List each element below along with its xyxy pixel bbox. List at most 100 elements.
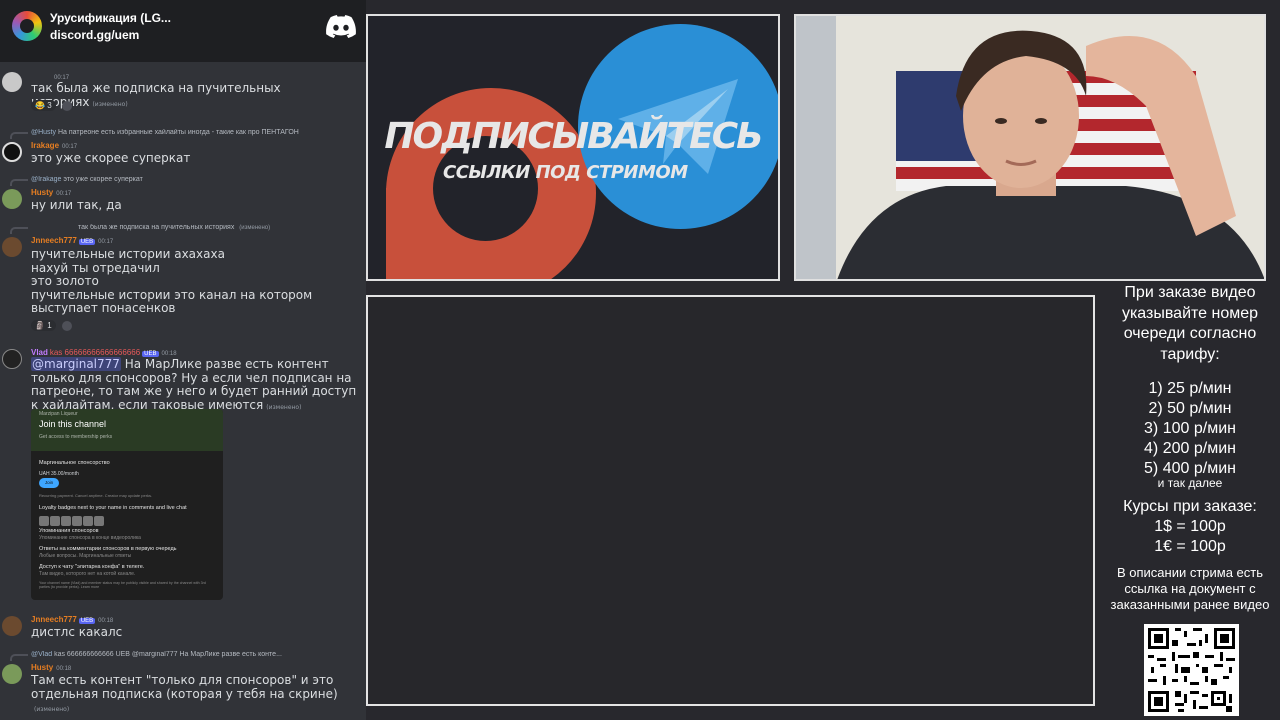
message-header: Husty 00:18: [31, 663, 71, 672]
avatar: [2, 142, 22, 162]
message-body: Там есть контент "только для спонсоров" …: [31, 673, 338, 701]
message-header: Jnneech777 UEB 00:17: [31, 236, 113, 245]
timestamp: 00:17: [62, 144, 78, 150]
message-header: 00:17: [31, 72, 69, 81]
tariff-item: 4) 200 р/мин: [1144, 440, 1236, 457]
embed-header: Marzipan Liqueur Join this channel Get a…: [31, 409, 223, 451]
qr-code-pattern: [1148, 628, 1235, 712]
laugh-emoji-icon: 😂: [35, 101, 45, 110]
reaction-bar: 😂 3: [31, 100, 72, 111]
reply-author: @Vlad: [31, 651, 53, 658]
rates-list: 1$ = 100р 1€ = 100р: [1100, 517, 1280, 557]
webcam-feed: [794, 14, 1266, 281]
reply-preview[interactable]: @Irakage это уже скорее суперкат: [31, 176, 364, 183]
message-line: нахуй ты отредачил: [31, 260, 160, 275]
reply-preview[interactable]: @Vlad kas 666666666666 UEB @marginal777 …: [31, 651, 364, 658]
rate-item: 1$ = 100р: [1154, 518, 1226, 535]
embed-note: Recurring payment. Cancel anytime. Creat…: [39, 493, 153, 498]
rates-title: Курсы при заказе:: [1123, 498, 1257, 515]
message-text: ну или так, да: [31, 198, 122, 212]
avatar: [2, 237, 22, 257]
stream-layout: Урусификация (LG... discord.gg/uem 00:17…: [0, 0, 1280, 720]
username[interactable]: Jnneech777: [31, 615, 77, 624]
avatar: [2, 616, 22, 636]
message-text: пучительные истории ахахаха нахуй ты отр…: [31, 247, 366, 316]
reaction-pill[interactable]: 🗿 1: [31, 320, 56, 331]
embed-perk: Loyalty badges next to your name in comm…: [39, 505, 187, 511]
reaction-count: 1: [47, 321, 52, 330]
tariff-item: 3) 100 р/мин: [1144, 420, 1236, 437]
qr-code[interactable]: [1144, 624, 1239, 716]
user-mention[interactable]: @marginal777: [31, 357, 121, 371]
edited-label: (изменено): [34, 706, 70, 713]
reply-preview[interactable]: @Husty На патреоне есть избранные хайлай…: [31, 129, 364, 136]
discord-logo-icon: [326, 15, 356, 38]
timestamp: 00:18: [98, 618, 114, 624]
message-header: Husty 00:17: [31, 188, 71, 197]
discord-chat-overlay: Урусификация (LG... discord.gg/uem 00:17…: [0, 0, 366, 720]
add-reaction-icon[interactable]: [61, 100, 72, 111]
edited-label: (изменено): [239, 225, 271, 231]
reply-connector: [10, 227, 28, 234]
message-text: дистлс какалс: [31, 625, 123, 639]
server-name: Урусификация (LG...: [50, 11, 171, 25]
badge-icon: [94, 516, 104, 526]
edited-label: (изменено): [92, 100, 128, 108]
subscribe-banner: ПОДПИСЫВАЙТЕСЬ ССЫЛКИ ПОД СТРИМОМ: [366, 14, 780, 281]
embed-perk-detail: Упоминание спонсора в конце видеоролика: [39, 535, 141, 541]
reply-text: это уже скорее суперкат: [63, 176, 143, 183]
message-text: так была же подписка на пучительных исто…: [31, 81, 366, 111]
message-text: это уже скорее суперкат: [31, 151, 191, 165]
server-avatar-icon: [12, 11, 42, 41]
tariff-item: 2) 50 р/мин: [1148, 400, 1232, 417]
edited-label: (изменено): [266, 403, 302, 411]
banner-title: ПОДПИСЫВАЙТЕСЬ: [384, 116, 763, 157]
server-header: Урусификация (LG... discord.gg/uem: [0, 0, 366, 62]
reply-author: @Irakage: [31, 176, 62, 183]
reply-connector: [10, 132, 28, 139]
reaction-count: 3: [47, 101, 52, 110]
username[interactable]: Husty: [31, 188, 53, 197]
message-text: @marginal777 На МарЛике разве есть конте…: [31, 357, 366, 414]
timestamp: 00:17: [56, 191, 72, 197]
video-player-frame: [366, 295, 1095, 706]
embed-perk: Упоминания спонсоров: [39, 528, 99, 534]
patreon-logo-bar: [386, 188, 434, 279]
timestamp: 00:17: [98, 239, 114, 245]
username[interactable]: Jnneech777: [31, 236, 77, 245]
message-header: Jnneech777 UEB 00:18: [31, 615, 113, 624]
embed-price: UAH 35.00/month: [39, 471, 79, 477]
reply-author: @Husty: [31, 129, 56, 136]
embed-title: Join this channel: [39, 419, 107, 429]
badge-icon: [39, 516, 49, 526]
tariff-item: 1) 25 р/мин: [1148, 380, 1232, 397]
reaction-bar: 🗿 1: [31, 320, 72, 331]
badge-icon: [83, 516, 93, 526]
rate-item: 1€ = 100р: [1154, 538, 1226, 555]
username[interactable]: Vlad: [31, 348, 48, 357]
avatar: [2, 189, 22, 209]
embed-subtitle: Get access to membership perks: [39, 434, 113, 440]
username[interactable]: Husty: [31, 663, 53, 672]
server-invite-link[interactable]: discord.gg/uem: [50, 28, 139, 42]
username[interactable]: [31, 72, 51, 81]
badge-icon: [50, 516, 60, 526]
emoji-icon: 🗿: [35, 321, 45, 330]
reply-connector: [10, 179, 28, 186]
order-instructions: При заказе видео указывайте номер очеред…: [1121, 284, 1259, 363]
badge-icon: [72, 516, 82, 526]
message-header: Irakage 00:17: [31, 141, 77, 150]
add-reaction-icon[interactable]: [61, 320, 72, 331]
username[interactable]: Irakage: [31, 141, 59, 150]
tariff-list: 1) 25 р/мин 2) 50 р/мин 3) 100 р/мин 4) …: [1100, 379, 1280, 479]
reply-preview[interactable]: так была же подписка на пучительных исто…: [78, 224, 364, 231]
message-line: выступает понасенков: [31, 301, 176, 315]
attached-screenshot[interactable]: Marzipan Liqueur Join this channel Get a…: [31, 409, 223, 600]
reaction-pill[interactable]: 😂 3: [31, 100, 56, 111]
avatar: [2, 72, 22, 92]
message-line: пучительные истории это канал на котором: [31, 287, 313, 302]
reply-text: так была же подписка на пучительных исто…: [78, 224, 235, 231]
embed-channel-name: Marzipan Liqueur: [39, 411, 78, 417]
message-header: Vlad kas 66666666666666666 UEB 00:18: [31, 348, 177, 357]
role-badge: UEB: [78, 618, 96, 624]
